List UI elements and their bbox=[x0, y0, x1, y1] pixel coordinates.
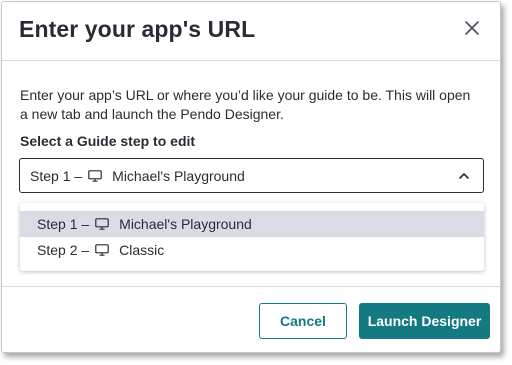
chevron-up-icon bbox=[459, 173, 469, 179]
desktop-monitor-icon bbox=[95, 244, 109, 256]
option-prefix: Step 2 – bbox=[37, 242, 90, 258]
select-value-prefix: Step 1 – bbox=[30, 168, 83, 184]
option-name: Classic bbox=[119, 242, 165, 258]
guide-step-select[interactable]: Step 1 – Michael's Playground bbox=[19, 158, 484, 193]
option-content: Step 1 – Michael's Playground bbox=[37, 216, 252, 232]
desktop-monitor-icon bbox=[95, 218, 109, 230]
option-name: Michael's Playground bbox=[119, 216, 252, 232]
step-option-2[interactable]: Step 2 – Classic bbox=[20, 237, 484, 263]
option-prefix: Step 1 – bbox=[37, 216, 90, 232]
dialog-header: Enter your app's URL bbox=[2, 2, 500, 61]
footer-divider bbox=[2, 286, 500, 287]
step-option-1[interactable]: Step 1 – Michael's Playground bbox=[20, 211, 484, 237]
select-step-label: Select a Guide step to edit bbox=[20, 133, 196, 149]
step-dropdown-menu: Step 1 – Michael's Playground Step 2 – C… bbox=[20, 203, 484, 271]
desktop-monitor-icon bbox=[88, 170, 102, 182]
launch-designer-button[interactable]: Launch Designer bbox=[359, 303, 490, 339]
cancel-button[interactable]: Cancel bbox=[259, 303, 347, 339]
dialog-description: Enter your app’s URL or where you’d like… bbox=[20, 87, 471, 122]
close-icon[interactable] bbox=[464, 20, 480, 36]
enter-url-dialog: Enter your app's URL Enter your app’s UR… bbox=[1, 1, 501, 353]
select-value: Step 1 – Michael's Playground bbox=[30, 168, 245, 184]
option-content: Step 2 – Classic bbox=[37, 242, 164, 258]
dialog-title: Enter your app's URL bbox=[19, 16, 256, 42]
select-value-name: Michael's Playground bbox=[112, 168, 245, 184]
